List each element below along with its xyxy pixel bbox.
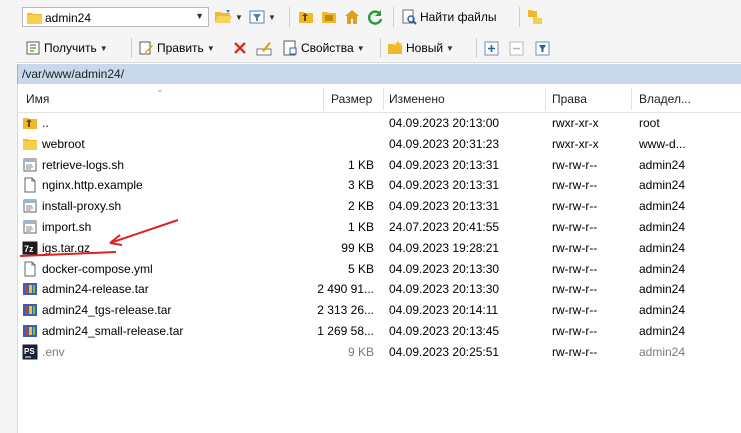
parent-folder-icon — [299, 12, 313, 23]
root-dir-button[interactable] — [321, 6, 337, 28]
plus-icon — [484, 41, 499, 55]
select-button[interactable] — [484, 37, 499, 59]
delete-icon — [234, 42, 246, 54]
divider — [476, 38, 477, 58]
filter-select-button[interactable] — [535, 37, 550, 59]
properties-button[interactable]: Свойства ▼ — [282, 37, 365, 59]
annotation-underline — [19, 251, 117, 257]
edit-icon — [139, 41, 153, 55]
home-button[interactable] — [344, 6, 360, 28]
filter-icon — [249, 10, 265, 24]
folder-icon — [27, 13, 42, 24]
download-icon — [26, 41, 40, 55]
download-button[interactable]: Получить ▼ — [25, 37, 108, 59]
refresh-icon — [367, 10, 383, 25]
find-files-label: Найти файлы — [420, 10, 497, 24]
filter-icon — [535, 41, 550, 55]
chevron-down-icon[interactable]: ▼ — [235, 13, 243, 22]
annotation-arrow-line — [109, 219, 179, 244]
filter-button[interactable]: ▼ — [249, 6, 276, 28]
find-files-button[interactable]: Найти файлы — [401, 6, 496, 28]
rename-icon — [256, 42, 272, 56]
chevron-down-icon[interactable]: ▼ — [268, 13, 276, 22]
chevron-down-icon[interactable]: ▼ — [207, 44, 215, 53]
annotation-overlay — [19, 219, 179, 257]
new-label: Новый — [406, 41, 444, 55]
chevron-down-icon[interactable]: ▼ — [446, 44, 454, 53]
local-panel-edge — [0, 34, 17, 433]
parent-dir-button[interactable] — [298, 6, 314, 28]
chevron-down-icon[interactable]: ▼ — [357, 44, 365, 53]
divider — [393, 7, 394, 27]
open-folder-icon — [215, 10, 232, 23]
minus-icon — [509, 41, 524, 55]
file-toolbar: Получить ▼ Править ▼ Свойства ▼ Новый ▼ — [0, 34, 741, 63]
chevron-down-icon[interactable]: ▼ — [100, 44, 108, 53]
root-folder-icon — [322, 12, 336, 23]
top-toolbar: admin24 ▼ ▼ ▼ Найти файлы — [0, 0, 741, 35]
divider — [380, 38, 381, 58]
path-combo[interactable]: admin24 ▼ — [22, 7, 209, 27]
divider — [289, 7, 290, 27]
new-folder-icon — [388, 40, 402, 54]
sync-browse-button[interactable] — [527, 6, 543, 28]
properties-label: Свойства — [301, 41, 354, 55]
open-folder-button[interactable]: ▼ — [214, 6, 243, 28]
refresh-button[interactable] — [367, 6, 383, 28]
path-combo-value: admin24 — [45, 11, 92, 25]
new-button[interactable]: Новый ▼ — [387, 37, 454, 59]
divider — [519, 7, 520, 27]
download-label: Получить — [44, 41, 97, 55]
unselect-button[interactable] — [509, 37, 524, 59]
file-list[interactable]: Имя ⌄ Размер Изменено Права Владел... ..… — [17, 84, 741, 433]
edit-button[interactable]: Править ▼ — [138, 37, 215, 59]
current-path-bar: /var/www/admin24/ — [17, 64, 741, 84]
find-files-icon — [402, 9, 417, 25]
edit-label: Править — [157, 41, 204, 55]
home-icon — [345, 10, 359, 24]
rename-button[interactable] — [256, 37, 272, 59]
properties-icon — [283, 40, 297, 56]
divider — [131, 38, 132, 58]
sync-folders-icon — [528, 10, 542, 24]
chevron-down-icon[interactable]: ▼ — [195, 11, 204, 21]
delete-button[interactable] — [233, 37, 247, 59]
